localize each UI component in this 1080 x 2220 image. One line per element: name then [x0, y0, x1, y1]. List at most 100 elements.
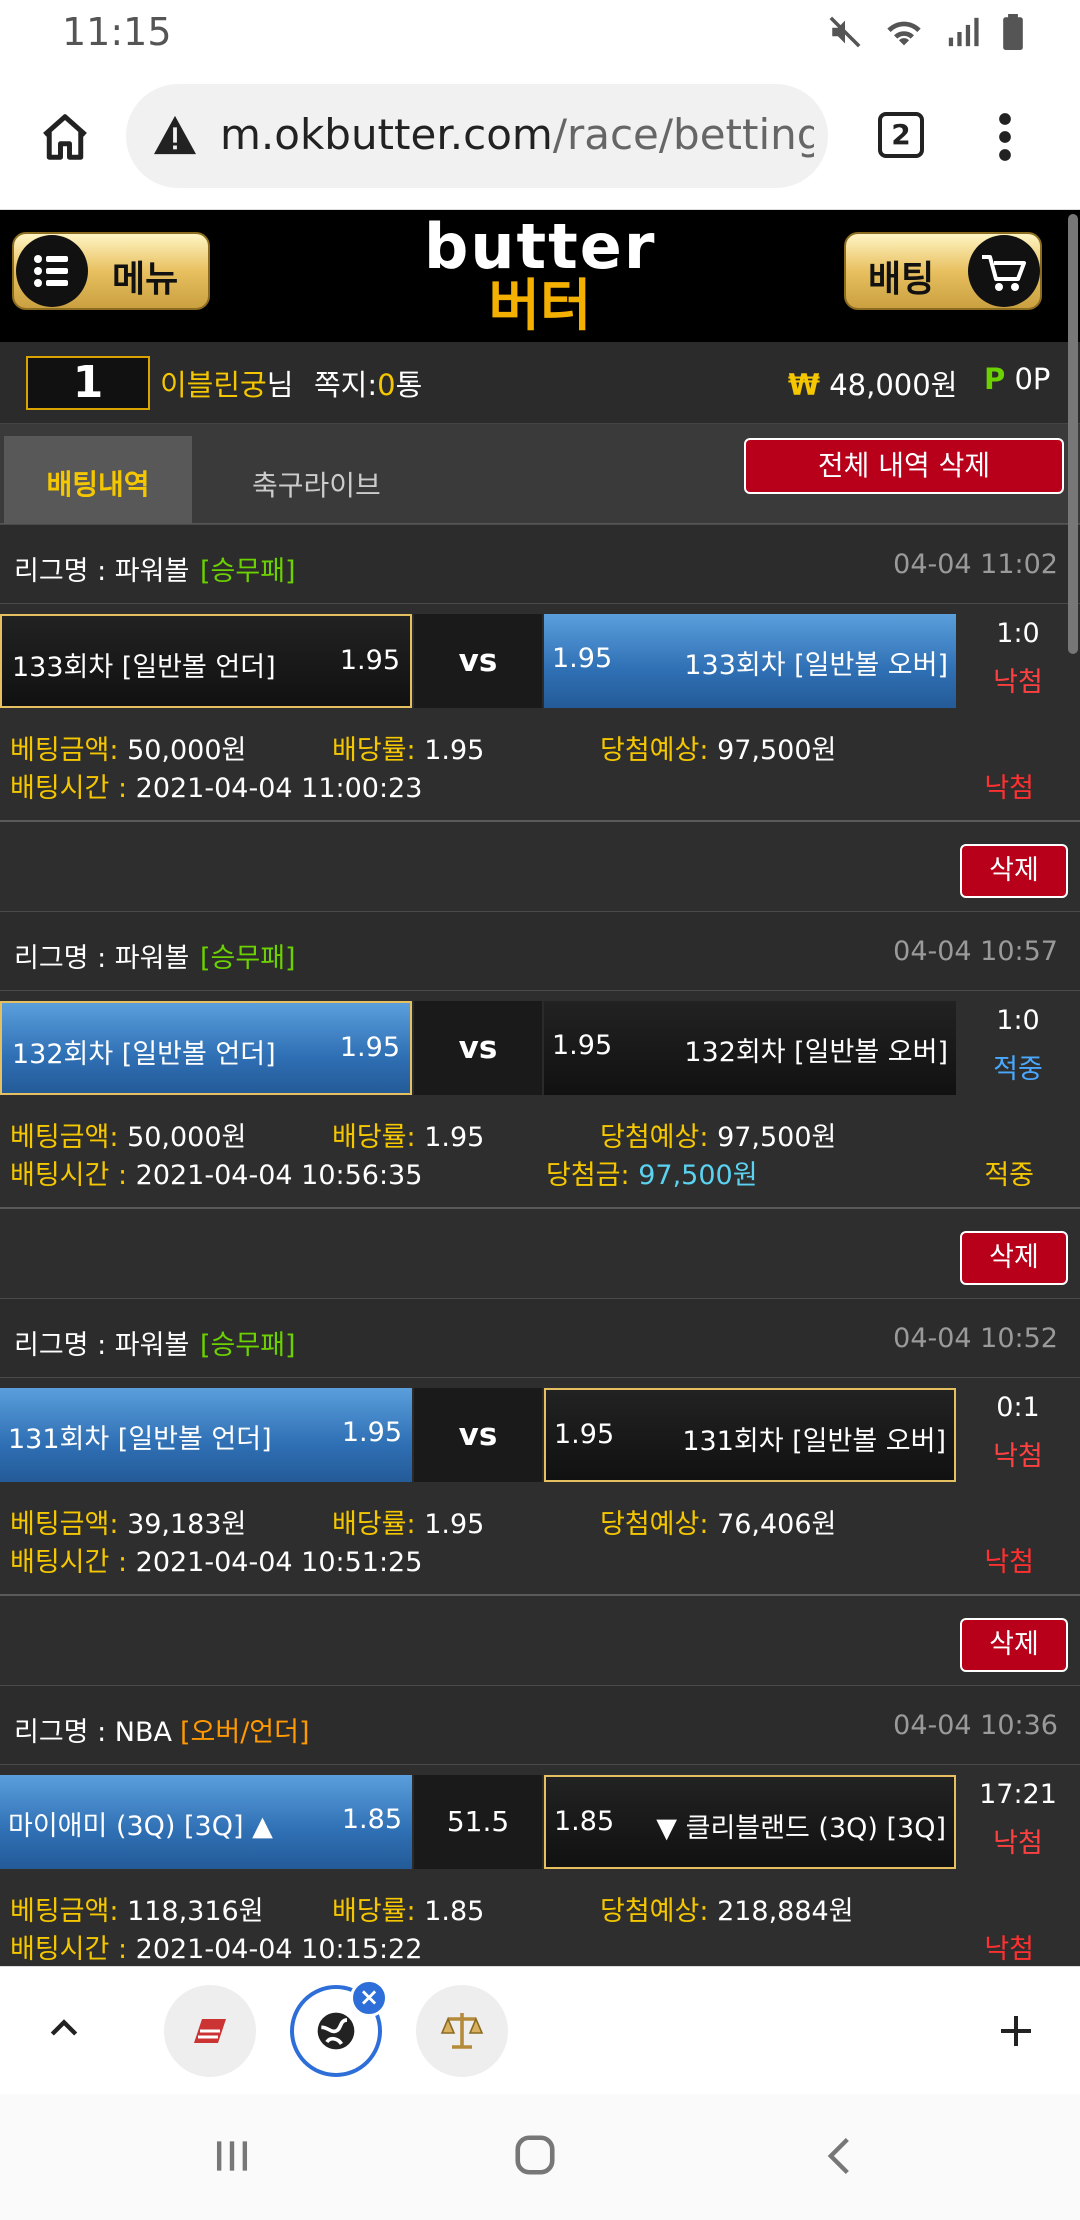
away-option[interactable]: 1.95 131회차 [일반볼 오버]: [544, 1388, 956, 1482]
more-menu-icon[interactable]: [990, 110, 1020, 164]
home-icon[interactable]: [38, 110, 92, 164]
chevron-up-icon[interactable]: [44, 2009, 84, 2049]
home-nav-icon[interactable]: [512, 2132, 558, 2178]
home-option[interactable]: 131회차 [일반볼 언더] 1.95: [0, 1388, 412, 1482]
bet-datetime: 04-04 10:36: [893, 1710, 1058, 1741]
home-option[interactable]: 마이애미 (3Q) [3Q] ▲ 1.85: [0, 1775, 412, 1869]
browser-toolbar: m.okbutter.com/race/betting 2: [0, 66, 1080, 210]
url-path: /race/betting: [552, 110, 814, 159]
messages-count: 0: [377, 368, 396, 402]
site-logo[interactable]: butter 버터: [424, 216, 656, 338]
bet-entry: 리그명 : 파워볼 [승무패] 04-04 10:52 131회차 [일반볼 언…: [0, 1298, 1080, 1684]
odds-label: 배당률:: [332, 1122, 416, 1153]
messages-unit: 통: [395, 368, 423, 402]
bet-type-tag: [승무패]: [200, 943, 296, 974]
away-odd: 1.85: [554, 1806, 615, 1837]
home-odd: 1.95: [341, 1417, 402, 1448]
betting-label: 배팅: [868, 259, 935, 300]
away-name: 131회차 [일반볼 오버]: [682, 1426, 946, 1457]
tab-thumbnail-3[interactable]: [416, 1985, 508, 2077]
bet-datetime: 04-04 11:02: [893, 549, 1058, 580]
divider: [0, 820, 1080, 822]
tab-switcher-button[interactable]: 2: [878, 112, 924, 158]
match-row: 133회차 [일반볼 언더] 1.95 vs 1.95 133회차 [일반볼 오…: [0, 614, 1080, 708]
wifi-icon: [887, 21, 921, 46]
battery-icon: [1003, 14, 1023, 50]
bet-datetime: 04-04 10:52: [893, 1323, 1058, 1354]
home-odd: 1.85: [341, 1804, 402, 1835]
mute-icon: [829, 16, 861, 48]
expected-value: 97,500원: [717, 735, 837, 766]
bet-time: 2021-04-04 10:56:35: [135, 1160, 423, 1191]
bet-time: 2021-04-04 10:51:25: [135, 1547, 423, 1578]
bet-amount: 50,000원: [127, 1122, 247, 1153]
match-row: 마이애미 (3Q) [3Q] ▲ 1.85 51.5 1.85 ▼ 클리블랜드 …: [0, 1775, 1080, 1869]
bet-time-label: 배팅시간 :: [10, 1934, 128, 1965]
menu-icon: [16, 235, 88, 307]
site-favicon-icon: [194, 2019, 226, 2043]
home-option[interactable]: 132회차 [일반볼 언더] 1.95: [0, 1001, 412, 1095]
url-text[interactable]: m.okbutter.com/race/betting: [220, 110, 814, 159]
tab-soccer-live[interactable]: 축구라이브: [252, 464, 381, 504]
site-header: 메뉴 butter 버터 배팅: [0, 210, 1080, 342]
league-label: 리그명 : 파워볼: [14, 549, 189, 588]
bet-amount-label: 베팅금액:: [10, 1896, 119, 1927]
tab-betting-history[interactable]: 배팅내역: [4, 436, 192, 524]
league-label: 리그명 : 파워볼: [14, 1323, 189, 1362]
vs-label: vs: [412, 1001, 544, 1095]
bet-type-tag: [승무패]: [200, 556, 296, 587]
betting-button[interactable]: 배팅: [844, 232, 1042, 310]
status-icons: [828, 12, 1024, 52]
new-tab-plus-icon[interactable]: [996, 2011, 1036, 2051]
delete-button[interactable]: 삭제: [960, 844, 1068, 898]
league-name: 파워볼: [114, 556, 190, 587]
balance: ₩ 48,000원: [788, 362, 957, 404]
expected-label: 당첨예상:: [600, 1896, 709, 1927]
league-row: 리그명 : 파워볼 [승무패] 04-04 11:02: [0, 524, 1080, 604]
expected-value: 97,500원: [717, 1122, 837, 1153]
delete-all-history-button[interactable]: 전체 내역 삭제: [744, 438, 1064, 494]
warning-icon[interactable]: [152, 114, 198, 156]
delete-button[interactable]: 삭제: [960, 1231, 1068, 1285]
address-bar[interactable]: m.okbutter.com/race/betting: [126, 84, 828, 188]
close-tab-icon[interactable]: ×: [350, 1979, 388, 2017]
bet-time: 2021-04-04 11:00:23: [135, 773, 423, 804]
away-option[interactable]: 1.95 132회차 [일반볼 오버]: [544, 1001, 956, 1095]
league-prefix: 리그명 :: [14, 1717, 115, 1748]
logo-text-ko: 버터: [488, 274, 592, 339]
won-icon: ₩: [788, 368, 820, 402]
page-scrollbar[interactable]: [1068, 214, 1078, 654]
back-nav-icon[interactable]: [818, 2134, 862, 2178]
away-option[interactable]: 1.95 133회차 [일반볼 오버]: [544, 614, 956, 708]
status-bar: 11:15: [0, 0, 1080, 66]
vs-label: vs: [412, 614, 544, 708]
menu-button[interactable]: 메뉴: [12, 232, 210, 310]
match-score: 1:0: [996, 1005, 1040, 1036]
home-name: 131회차 [일반볼 언더]: [8, 1424, 272, 1455]
divider: [0, 1594, 1080, 1596]
bet-type-tag: [오버/언더]: [180, 1717, 310, 1748]
home-name: 마이애미 (3Q) [3Q] ▲: [8, 1811, 273, 1842]
match-result: 낙첨: [993, 667, 1043, 698]
bet-time-label: 배팅시간 :: [10, 1160, 128, 1191]
odds-value: 1.85: [424, 1896, 485, 1927]
league-row: 리그명 : 파워볼 [승무패] 04-04 10:52: [0, 1298, 1080, 1378]
delete-button[interactable]: 삭제: [960, 1618, 1068, 1672]
recent-apps-icon[interactable]: [210, 2134, 254, 2178]
bet-amount-label: 베팅금액:: [10, 1122, 119, 1153]
home-odd: 1.95: [339, 1032, 400, 1063]
bet-type-tag: [승무패]: [200, 1330, 296, 1361]
tab-thumbnail-1[interactable]: [164, 1985, 256, 2077]
match-score: 17:21: [979, 1779, 1057, 1810]
away-option[interactable]: 1.85 ▼ 클리블랜드 (3Q) [3Q]: [544, 1775, 956, 1869]
match-score: 0:1: [996, 1392, 1040, 1423]
url-host: m.okbutter.com: [220, 110, 553, 159]
home-option[interactable]: 133회차 [일반볼 언더] 1.95: [0, 614, 412, 708]
browser-bottom-toolbar: ×: [0, 1966, 1080, 2094]
league-label: 리그명 : NBA: [14, 1710, 172, 1749]
bet-amount: 50,000원: [127, 735, 247, 766]
messages-link[interactable]: 쪽지:0통: [314, 362, 422, 404]
bet-status: 낙첨: [984, 1547, 1034, 1578]
match-score: 1:0: [996, 618, 1040, 649]
odds-label: 배당률:: [332, 735, 416, 766]
